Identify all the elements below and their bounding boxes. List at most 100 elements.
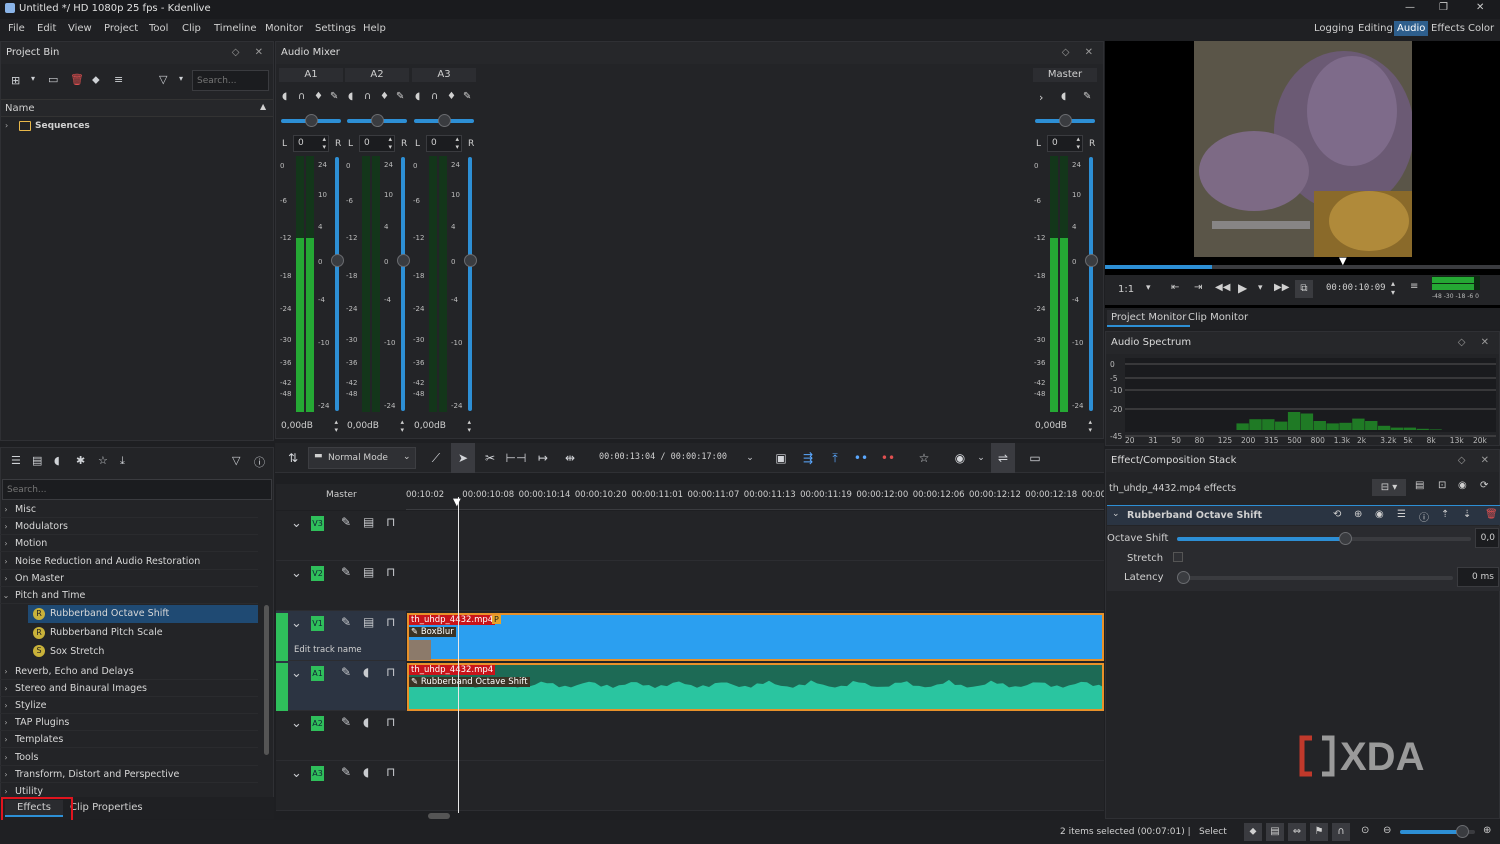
panel-controls[interactable]: ◇ ✕ [1062,42,1099,64]
filter-icon[interactable]: ▽ [159,73,167,86]
audio-effects-icon[interactable]: ◖ [54,454,60,467]
bin-search-input[interactable] [192,70,269,91]
chevron-right-icon[interactable]: › [0,570,12,587]
chevron-down-icon[interactable]: ▾ [1258,283,1263,293]
effect-category[interactable]: › Transform, Distort and Perspective [0,766,258,783]
octave-shift-slider-handle[interactable] [1338,532,1352,545]
pan-spinbox[interactable]: 0 ▴ ▾ [293,135,329,152]
pan-slider-handle[interactable] [305,114,318,127]
favorite-icon[interactable]: ☆ [912,443,936,473]
headphones-icon[interactable]: ∩ [298,91,305,102]
octave-shift-value-box[interactable]: 0,0 [1475,528,1499,548]
playhead-marker-icon[interactable]: ▼ [1339,256,1347,267]
effect-category[interactable]: › On Master [0,570,258,587]
delete-effect-icon[interactable]: 🗑 [1485,509,1498,520]
menu-help[interactable]: Help [363,23,386,34]
chevron-right-icon[interactable]: › [0,553,12,570]
slip-tool-icon[interactable]: ⊢⊣ [504,443,528,473]
chevron-down-icon[interactable]: ▾ [179,74,183,83]
pan-slider-handle[interactable] [371,114,384,127]
timeline-ruler[interactable]: 00:10:02 00:00:10:08 00:00:10:14 00:00:10:2… [406,484,1104,510]
effect-category[interactable]: › Modulators [0,518,258,536]
latency-slider-track[interactable] [1177,576,1453,580]
crop-icon[interactable]: ⧉ [1295,280,1313,298]
menu-icon[interactable]: ≡ [1410,281,1418,292]
pan-spinbox[interactable]: 0 ▴ ▾ [1047,135,1083,152]
track-name-label[interactable]: V1 [311,616,324,631]
volume-fader-track[interactable] [468,157,472,411]
volume-db-spinbox[interactable]: 0,00dB ▴ ▾ [279,418,341,435]
track-lane[interactable] [406,761,1104,811]
chevron-down-icon[interactable]: ⌄ [0,587,12,604]
reset-icon[interactable]: ⟳ [1480,480,1488,491]
track-lane[interactable] [406,711,1104,761]
play-icon[interactable]: ▶ [1238,281,1247,295]
effect-category[interactable]: › Motion [0,535,258,553]
volume-fader-handle[interactable] [397,254,410,267]
volume-fader-track[interactable] [401,157,405,411]
video-clip[interactable]: th_uhdp_4432.mp4 P ✎ BoxBlur [407,613,1104,661]
tab-clip-monitor[interactable]: Clip Monitor [1188,312,1248,323]
magnet-icon[interactable]: ∩ [1332,823,1350,841]
volume-fader-handle[interactable] [464,254,477,267]
menu-project[interactable]: Project [104,23,138,34]
layout-color[interactable]: Color [1468,23,1494,34]
chevron-right-icon[interactable]: › [0,766,12,783]
set-out-icon[interactable]: ⇥ [1194,282,1202,293]
effect-category[interactable]: › Stereo and Binaural Images [0,680,258,697]
subtitle-icon[interactable]: ▭ [1023,443,1047,473]
menu-tool[interactable]: Tool [149,23,168,34]
record-arm-icon[interactable]: ✎ [463,91,471,102]
chevron-down-icon[interactable]: ⌄ [738,443,762,473]
pan-spinbox[interactable]: 0 ▴ ▾ [426,135,462,152]
effects-icon[interactable]: ✎ [341,715,351,729]
chevron-right-icon[interactable]: › [0,749,12,766]
chevron-right-icon[interactable]: › [0,535,12,552]
zoom-out-icon[interactable]: ⊖ [1383,825,1391,836]
pan-slider-handle[interactable] [438,114,451,127]
maximize-button[interactable]: ❐ [1439,2,1448,13]
chevron-right-icon[interactable]: › [0,697,12,714]
speaker-icon[interactable]: ◖ [363,765,369,779]
film-icon[interactable]: ▤ [363,565,374,579]
chevron-right-icon[interactable]: › [0,714,12,731]
move-down-icon[interactable]: ⇣ [1463,509,1471,520]
flag-icon[interactable]: ⚑ [1310,823,1328,841]
tag-icon[interactable]: ⬥ [1244,823,1262,841]
effect-category[interactable]: › Reverb, Echo and Delays [0,663,258,680]
timeline-settings-icon[interactable]: ⇅ [281,443,305,473]
track-lane[interactable] [406,511,1104,561]
tag-icon[interactable]: ⬥ [92,73,100,87]
track-name-label[interactable]: A1 [311,666,324,681]
headphones-icon[interactable]: ∩ [431,91,438,102]
layout-effects[interactable]: Effects [1431,23,1465,34]
effects-icon[interactable]: ✎ [341,665,351,679]
mute-icon[interactable]: ◖ [348,91,353,102]
pan-slider-handle[interactable] [1059,114,1072,127]
split-icon[interactable]: •• [876,443,900,473]
extract-icon[interactable]: •• [849,443,873,473]
effects-search-input[interactable] [2,479,272,500]
lock-icon[interactable]: ⊓ [386,765,395,779]
track-name-label[interactable]: V3 [311,516,324,531]
lock-icon[interactable]: ⊓ [386,715,395,729]
latency-value-box[interactable]: 0 ms [1457,567,1499,587]
effect-category[interactable]: › Templates [0,731,258,749]
tab-clip-properties[interactable]: Clip Properties [70,802,143,813]
latency-slider-handle[interactable] [1177,571,1190,584]
lock-icon[interactable]: ⊓ [386,515,395,529]
custom-effects-icon[interactable]: ✱ [76,454,85,467]
volume-fader-track[interactable] [335,157,339,411]
folder-icon[interactable]: ▭ [48,73,58,86]
effect-category[interactable]: › Noise Reduction and Audio Restoration [0,553,258,570]
zoom-select[interactable]: 1:1 [1118,284,1134,295]
mute-icon[interactable]: ◖ [282,91,287,102]
record-arm-icon[interactable]: ✎ [1083,91,1091,102]
lift-icon[interactable]: ⤒ [823,443,847,473]
playhead-handle-icon[interactable]: ▼ [453,497,461,508]
track-lane[interactable] [406,561,1104,611]
download-icon[interactable]: ⤓ [120,454,125,468]
volume-fader-handle[interactable] [1085,254,1098,267]
lock-icon[interactable]: ⊓ [386,615,395,629]
panel-controls[interactable]: ◇ ✕ [232,42,269,64]
